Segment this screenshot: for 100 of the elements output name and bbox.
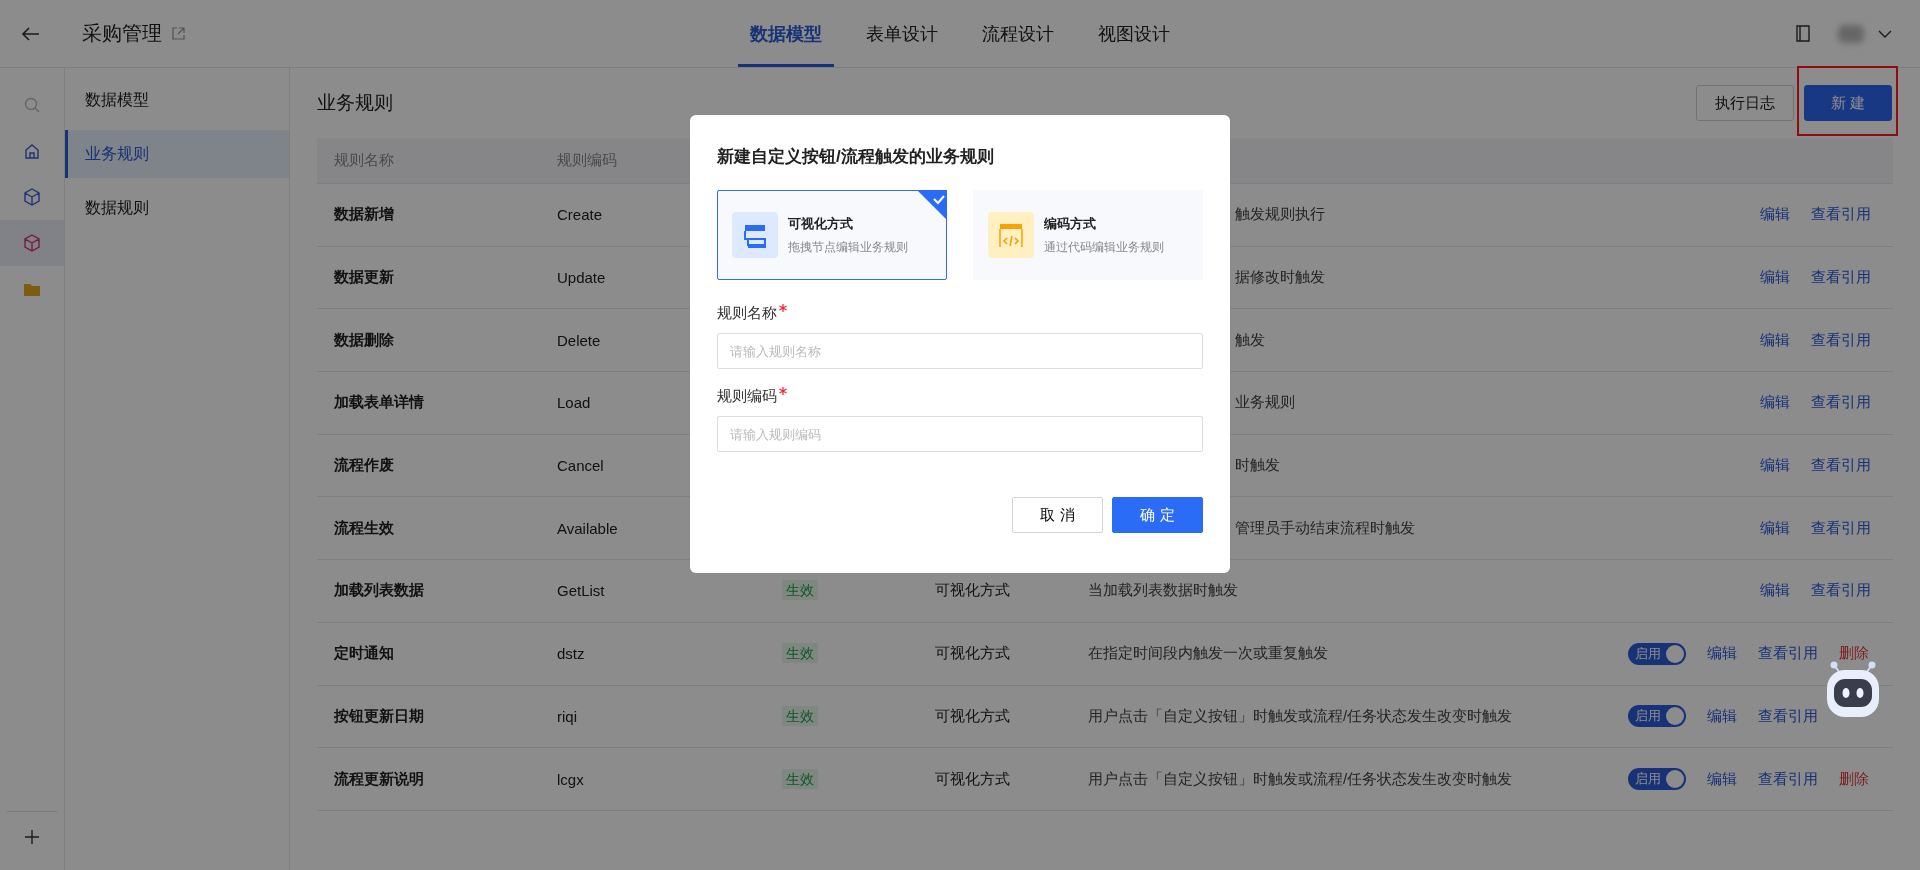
table-cell: 业务规则 — [1235, 393, 1295, 411]
confirm-button[interactable]: 确 定 — [1112, 497, 1203, 533]
back-arrow-icon[interactable] — [22, 26, 40, 41]
action-link[interactable]: 编辑 — [1760, 456, 1790, 476]
top-tab[interactable]: 视图设计 — [1086, 0, 1182, 67]
new-button[interactable]: 新 建 — [1804, 85, 1892, 121]
external-link-icon[interactable] — [172, 27, 185, 40]
table-cell: 据修改时触发 — [1235, 268, 1325, 286]
log-button[interactable]: 执行日志 — [1696, 85, 1794, 121]
dialog-title: 新建自定义按钮/流程触发的业务规则 — [717, 146, 995, 168]
status-tag: 生效 — [782, 768, 818, 789]
table-cell: 加载表单详情 — [334, 393, 424, 413]
table-cell: 流程更新说明 — [334, 769, 424, 789]
table-cell: 管理员手动结束流程时触发 — [1235, 518, 1415, 536]
table-cell: Cancel — [557, 457, 604, 475]
action-link[interactable]: 编辑 — [1760, 581, 1790, 601]
mode-description: 通过代码编辑业务规则 — [1044, 238, 1164, 256]
action-link[interactable]: 查看引用 — [1811, 268, 1871, 288]
table-cell: Update — [557, 269, 606, 287]
toggle-switch[interactable]: 启用 — [1628, 642, 1686, 665]
table-cell: Delete — [557, 331, 601, 349]
action-link[interactable]: 查看引用 — [1811, 456, 1871, 476]
table-cell: lcgx — [557, 770, 584, 788]
plus-icon[interactable] — [25, 830, 39, 844]
sidebar-item[interactable]: 数据规则 — [65, 184, 289, 232]
cube-icon — [23, 188, 41, 206]
input-field[interactable]: 请输入规则编码 — [717, 416, 1203, 452]
action-link[interactable]: 编辑 — [1707, 644, 1737, 664]
table-cell: 触发规则执行 — [1235, 205, 1325, 223]
table-cell: 时触发 — [1235, 456, 1280, 474]
field-label: 规则名称 — [717, 304, 777, 323]
field-label: 规则编码 — [717, 387, 777, 406]
table-cell: dstz — [557, 645, 585, 663]
action-link[interactable]: 编辑 — [1707, 769, 1737, 789]
action-link[interactable]: 编辑 — [1760, 393, 1790, 413]
sidebar-item[interactable]: 业务规则 — [65, 130, 289, 178]
toggle-switch[interactable]: 启用 — [1628, 705, 1686, 728]
column-header: 规则名称 — [334, 151, 394, 170]
table-cell: 流程作废 — [334, 456, 394, 476]
delete-link[interactable]: 删除 — [1839, 769, 1869, 789]
table-cell: 数据删除 — [334, 330, 394, 350]
action-link[interactable]: 查看引用 — [1811, 393, 1871, 413]
mode-option[interactable]: 可视化方式 拖拽节点编辑业务规则 — [717, 190, 947, 280]
table-cell: 用户点击「自定义按钮」时触发或流程/任务状态发生改变时触发 — [1088, 769, 1513, 787]
action-link[interactable]: 查看引用 — [1758, 644, 1818, 664]
action-link[interactable]: 查看引用 — [1811, 518, 1871, 538]
table-cell: 数据新增 — [334, 205, 394, 225]
table-cell: Available — [557, 519, 618, 537]
mode-title: 编码方式 — [1044, 214, 1097, 233]
toggle-switch[interactable]: 启用 — [1628, 768, 1686, 791]
table-cell: GetList — [557, 582, 605, 600]
delete-link[interactable]: 删除 — [1839, 644, 1869, 664]
top-tab[interactable]: 表单设计 — [854, 0, 950, 67]
table-cell: 可视化方式 — [935, 581, 1010, 599]
blurred-user-name[interactable] — [1838, 24, 1864, 43]
mode-title: 可视化方式 — [788, 214, 854, 233]
table-cell: Load — [557, 394, 591, 412]
cube-icon — [23, 234, 41, 252]
table-cell: 按钮更新日期 — [334, 706, 424, 726]
sidebar-item[interactable]: 数据模型 — [65, 76, 289, 124]
cancel-button[interactable]: 取 消 — [1012, 497, 1103, 533]
table-cell: 当加载列表数据时触发 — [1088, 581, 1238, 599]
action-link[interactable]: 编辑 — [1760, 205, 1790, 225]
folder-icon — [23, 281, 41, 297]
search-icon — [24, 97, 40, 113]
column-header: 规则编码 — [557, 151, 617, 170]
input-field[interactable]: 请输入规则名称 — [717, 333, 1203, 369]
top-tab[interactable]: 数据模型 — [738, 0, 834, 67]
action-link[interactable]: 编辑 — [1760, 518, 1790, 538]
action-link[interactable]: 查看引用 — [1811, 330, 1871, 350]
top-tab[interactable]: 流程设计 — [970, 0, 1066, 67]
status-tag: 生效 — [782, 643, 818, 664]
action-link[interactable]: 查看引用 — [1758, 769, 1818, 789]
table-cell: 可视化方式 — [935, 644, 1010, 662]
action-link[interactable]: 查看引用 — [1811, 581, 1871, 601]
table-cell: 数据更新 — [334, 268, 394, 288]
action-link[interactable]: 查看引用 — [1811, 205, 1871, 225]
table-cell: 在指定时间段内触发一次或重复触发 — [1088, 644, 1328, 662]
action-link[interactable]: 编辑 — [1760, 330, 1790, 350]
rail-item[interactable] — [0, 220, 64, 266]
table-cell: 加载列表数据 — [334, 581, 424, 601]
chevron-down-icon[interactable] — [1878, 29, 1892, 38]
table-cell: 用户点击「自定义按钮」时触发或流程/任务状态发生改变时触发 — [1088, 706, 1513, 724]
app-title: 采购管理 — [82, 21, 162, 46]
action-link[interactable]: 查看引用 — [1758, 706, 1818, 726]
flowchart-icon — [732, 212, 778, 258]
action-link[interactable]: 编辑 — [1760, 268, 1790, 288]
table-cell: 可视化方式 — [935, 769, 1010, 787]
page-title: 业务规则 — [317, 91, 393, 115]
home-icon — [24, 143, 40, 159]
action-link[interactable]: 编辑 — [1707, 706, 1737, 726]
table-cell: riqi — [557, 707, 577, 725]
mode-option[interactable]: 编码方式 通过代码编辑业务规则 — [973, 190, 1203, 280]
table-cell: Create — [557, 206, 603, 224]
code-window-icon — [988, 212, 1034, 258]
table-cell: 可视化方式 — [935, 706, 1010, 724]
table-cell: 定时通知 — [334, 644, 394, 664]
robot-icon[interactable] — [1826, 660, 1880, 718]
book-icon[interactable] — [1796, 25, 1810, 42]
status-tag: 生效 — [782, 705, 818, 726]
